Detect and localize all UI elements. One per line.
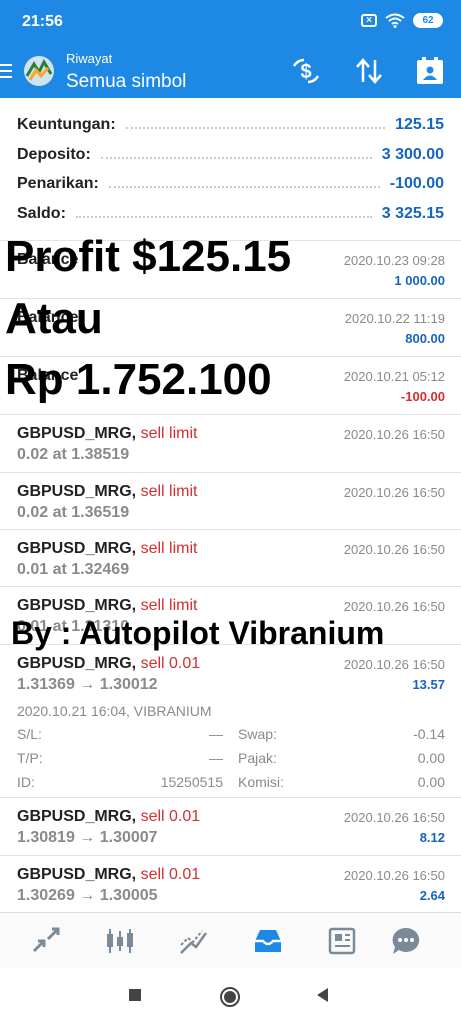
- summary-withdrawal: Penarikan: -100.00: [17, 175, 444, 192]
- deal-profit: 13.57: [412, 677, 445, 692]
- chat-icon[interactable]: [390, 925, 422, 957]
- status-time: 21:56: [22, 13, 63, 30]
- app-bar-subtitle: Riwayat: [66, 51, 113, 66]
- order-symbol: GBPUSD_MRG,: [17, 483, 137, 500]
- deal-symbol: GBPUSD_MRG,: [17, 866, 137, 883]
- row-time: 2020.10.26 16:50: [343, 427, 445, 442]
- list-item[interactable]: GBPUSD_MRG, sell limit 0.02 at 1.36519 2…: [0, 472, 461, 529]
- system-nav-bar: [0, 968, 461, 1024]
- row-time: 2020.10.26 16:50: [343, 810, 445, 825]
- deal-prices: 1.30819 → 1.30007: [17, 829, 158, 846]
- overlay-rupiah-text: Rp 1.752.100: [5, 355, 272, 404]
- deal-prices: 1.30269 → 1.30005: [17, 887, 158, 904]
- history-icon[interactable]: [252, 925, 284, 957]
- tax-value: 0.00: [417, 750, 445, 766]
- list-item[interactable]: GBPUSD_MRG, sell limit 0.01 at 1.32469 2…: [0, 529, 461, 586]
- metatrader-logo: [24, 56, 54, 86]
- id-label: ID:: [17, 774, 35, 790]
- recents-icon[interactable]: [126, 986, 144, 1004]
- deal-open-info: 2020.10.21 16:04, VIBRANIUM: [17, 703, 212, 719]
- chart-icon[interactable]: [104, 925, 136, 957]
- bottom-tab-bar: [0, 912, 461, 968]
- list-item[interactable]: GBPUSD_MRG, sell limit 0.02 at 1.38519 2…: [0, 414, 461, 472]
- sl-label: S/L:: [17, 726, 42, 742]
- swap-label: Swap:: [238, 726, 277, 742]
- quotes-icon[interactable]: [30, 925, 62, 957]
- order-type: sell limit: [140, 483, 198, 500]
- order-type: sell limit: [140, 540, 198, 557]
- deal-prices: 1.31369 → 1.30012: [17, 676, 158, 693]
- commission-label: Komisi:: [238, 774, 284, 790]
- row-time: 2020.10.26 16:50: [343, 542, 445, 557]
- list-item-expanded[interactable]: GBPUSD_MRG, sell 0.01 1.31369 → 1.30012 …: [0, 644, 461, 797]
- summary-profit: Keuntungan: 125.15: [17, 116, 444, 133]
- row-time: 2020.10.26 16:50: [343, 485, 445, 500]
- status-icons: × 62: [361, 13, 443, 28]
- row-time: 2020.10.26 16:50: [343, 657, 445, 672]
- commission-value: 0.00: [417, 774, 445, 790]
- tax-label: Pajak:: [238, 750, 277, 766]
- order-detail: 0.01 at 1.32469: [17, 561, 130, 578]
- list-item[interactable]: GBPUSD_MRG, sell 0.01 1.30269 → 1.30005 …: [0, 855, 461, 912]
- order-symbol: GBPUSD_MRG,: [17, 540, 137, 557]
- overlay-profit-text: Profit $125.15: [5, 232, 292, 281]
- order-detail: 0.02 at 1.38519: [17, 446, 130, 463]
- back-icon[interactable]: [314, 986, 332, 1004]
- sort-icon[interactable]: [353, 56, 385, 86]
- wifi-icon: [385, 13, 405, 28]
- calendar-period-icon[interactable]: [414, 56, 446, 86]
- id-value: 15250515: [160, 774, 223, 790]
- app-bar: Riwayat Semua simbol $: [0, 44, 461, 98]
- tp-label: T/P:: [17, 750, 43, 766]
- order-type: sell limit: [140, 425, 198, 442]
- summary-deposit: Deposito: 3 300.00: [17, 146, 444, 163]
- notification-close-icon: ×: [361, 14, 377, 27]
- battery-icon: 62: [413, 13, 443, 28]
- deal-type: sell 0.01: [140, 655, 201, 672]
- row-time: 2020.10.23 09:28: [343, 253, 445, 268]
- order-type: sell limit: [140, 597, 198, 614]
- menu-icon[interactable]: [0, 64, 12, 78]
- sl-value: —: [209, 726, 223, 742]
- deal-symbol: GBPUSD_MRG,: [17, 655, 137, 672]
- deal-type: sell 0.01: [140, 866, 201, 883]
- order-detail: 0.02 at 1.36519: [17, 504, 130, 521]
- list-item[interactable]: GBPUSD_MRG, sell 0.01 1.30819 → 1.30007 …: [0, 797, 461, 855]
- order-symbol: GBPUSD_MRG,: [17, 597, 137, 614]
- news-icon[interactable]: [326, 925, 358, 957]
- deal-profit: 8.12: [419, 830, 445, 845]
- row-time: 2020.10.22 11:19: [344, 311, 445, 326]
- deal-symbol: GBPUSD_MRG,: [17, 808, 137, 825]
- swap-value: -0.14: [413, 726, 445, 742]
- row-time: 2020.10.26 16:50: [343, 868, 445, 883]
- overlay-credit-text: By : Autopilot Vibranium: [11, 615, 385, 651]
- summary-balance: Saldo: 3 325.15: [17, 205, 444, 222]
- home-icon[interactable]: [219, 986, 241, 1008]
- svg-text:$: $: [300, 61, 311, 83]
- overlay-or-text: Atau: [5, 294, 103, 343]
- row-amount: -100.00: [400, 389, 445, 404]
- deal-type: sell 0.01: [140, 808, 201, 825]
- row-amount: 1 000.00: [394, 273, 445, 288]
- order-symbol: GBPUSD_MRG,: [17, 425, 137, 442]
- tp-value: —: [209, 750, 223, 766]
- row-time: 2020.10.26 16:50: [343, 599, 445, 614]
- row-time: 2020.10.21 05:12: [343, 369, 445, 384]
- currency-exchange-icon[interactable]: $: [290, 56, 322, 86]
- trade-icon[interactable]: [178, 925, 210, 957]
- deal-profit: 2.64: [419, 888, 445, 903]
- symbol-selector[interactable]: Semua simbol: [66, 71, 186, 93]
- account-summary: Keuntungan: 125.15 Deposito: 3 300.00 Pe…: [0, 98, 461, 240]
- row-amount: 800.00: [405, 331, 445, 346]
- status-bar: 21:56 × 62: [0, 0, 461, 44]
